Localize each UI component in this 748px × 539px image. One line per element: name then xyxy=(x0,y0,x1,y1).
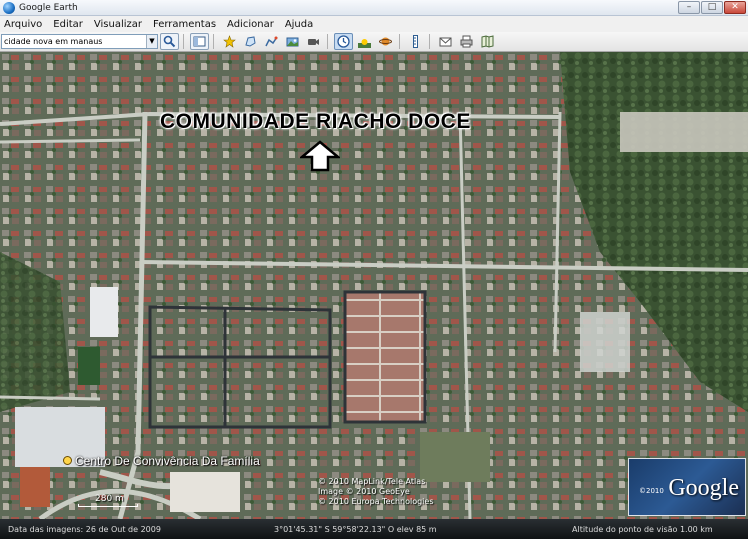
toolbar-separator xyxy=(213,34,214,49)
ruler-button[interactable] xyxy=(406,33,425,50)
print-button[interactable] xyxy=(457,33,476,50)
planets-icon xyxy=(379,37,392,46)
close-button[interactable]: ✕ xyxy=(724,1,746,14)
email-icon xyxy=(439,37,452,47)
switch-planets-button[interactable] xyxy=(376,33,395,50)
add-image-overlay-button[interactable] xyxy=(283,33,302,50)
polygon-icon xyxy=(245,36,256,47)
google-earth-icon xyxy=(3,1,15,14)
placemark-label[interactable]: Centro De Convivência Da Família xyxy=(75,454,260,468)
menu-ferramentas[interactable]: Ferramentas xyxy=(153,19,216,30)
overlay-icon xyxy=(286,37,299,47)
title-bar: Google Earth – □ ✕ xyxy=(0,0,748,16)
menu-bar: Arquivo Editar Visualizar Ferramentas Ad… xyxy=(0,16,748,32)
scale-legend-bar xyxy=(78,504,138,507)
toolbar-separator xyxy=(327,34,328,49)
toolbar-separator xyxy=(399,34,400,49)
ruler-icon xyxy=(413,35,418,48)
status-bar: Data das imagens: 26 de Out de 2009 3°01… xyxy=(0,519,748,539)
print-icon xyxy=(460,35,473,48)
search-icon xyxy=(163,35,176,48)
google-logo: Google xyxy=(668,475,739,501)
maximize-button[interactable]: □ xyxy=(701,1,723,14)
historical-imagery-icon xyxy=(337,35,350,48)
tour-icon xyxy=(308,39,319,45)
toolbar-separator xyxy=(429,34,430,49)
community-annotation: COMUNIDADE RIACHO DOCE xyxy=(160,110,471,133)
toolbar-separator xyxy=(183,34,184,49)
add-placemark-button[interactable] xyxy=(220,33,239,50)
window-controls: – □ ✕ xyxy=(678,1,746,14)
sidebar-icon xyxy=(193,36,206,47)
menu-arquivo[interactable]: Arquivo xyxy=(4,19,42,30)
menu-ajuda[interactable]: Ajuda xyxy=(285,19,313,30)
view-in-google-maps-button[interactable] xyxy=(478,33,497,50)
sidebar-toggle-button[interactable] xyxy=(190,33,209,50)
sunlight-button[interactable] xyxy=(355,33,374,50)
sun-icon xyxy=(358,39,371,48)
menu-visualizar[interactable]: Visualizar xyxy=(94,19,142,30)
search-history-dropdown[interactable]: ▼ xyxy=(146,35,157,48)
path-icon xyxy=(265,36,278,47)
search-input[interactable] xyxy=(2,35,146,48)
record-tour-button[interactable] xyxy=(304,33,323,50)
imagery-date: Data das imagens: 26 de Out de 2009 xyxy=(8,524,161,534)
up-arrow-icon xyxy=(300,140,340,172)
imagery-credits: © 2010 MapLink/Tele Atlas Image © 2010 G… xyxy=(318,477,434,507)
credit-line: © 2010 Europa Technologies xyxy=(318,497,434,506)
overview-copyright: ©2010 xyxy=(639,487,664,495)
credit-line: Image © 2010 GeoEye xyxy=(318,487,410,496)
map-view-icon xyxy=(481,35,494,48)
add-path-button[interactable] xyxy=(262,33,281,50)
email-button[interactable] xyxy=(436,33,455,50)
historical-imagery-button[interactable] xyxy=(334,33,353,50)
placemark-pin-icon[interactable] xyxy=(63,456,72,465)
pointer-coordinates: 3°01'45.31" S 59°58'22.13" O elev 85 m xyxy=(274,524,437,534)
scale-legend-label: 280 m xyxy=(95,494,124,504)
window-title: Google Earth xyxy=(19,2,78,13)
overview-map[interactable]: ©2010 Google xyxy=(628,458,746,516)
credit-line: © 2010 MapLink/Tele Atlas xyxy=(318,477,426,486)
placemark-icon xyxy=(223,35,236,48)
menu-editar[interactable]: Editar xyxy=(53,19,83,30)
map-view[interactable]: COMUNIDADE RIACHO DOCE Centro De Convivê… xyxy=(0,52,748,519)
search-button[interactable] xyxy=(160,33,179,50)
toolbar: ▼ xyxy=(0,32,748,52)
eye-altitude: Altitude do ponto de visão 1.00 km xyxy=(572,524,713,534)
add-polygon-button[interactable] xyxy=(241,33,260,50)
menu-adicionar[interactable]: Adicionar xyxy=(227,19,274,30)
minimize-button[interactable]: – xyxy=(678,1,700,14)
search-box: ▼ xyxy=(1,34,158,49)
